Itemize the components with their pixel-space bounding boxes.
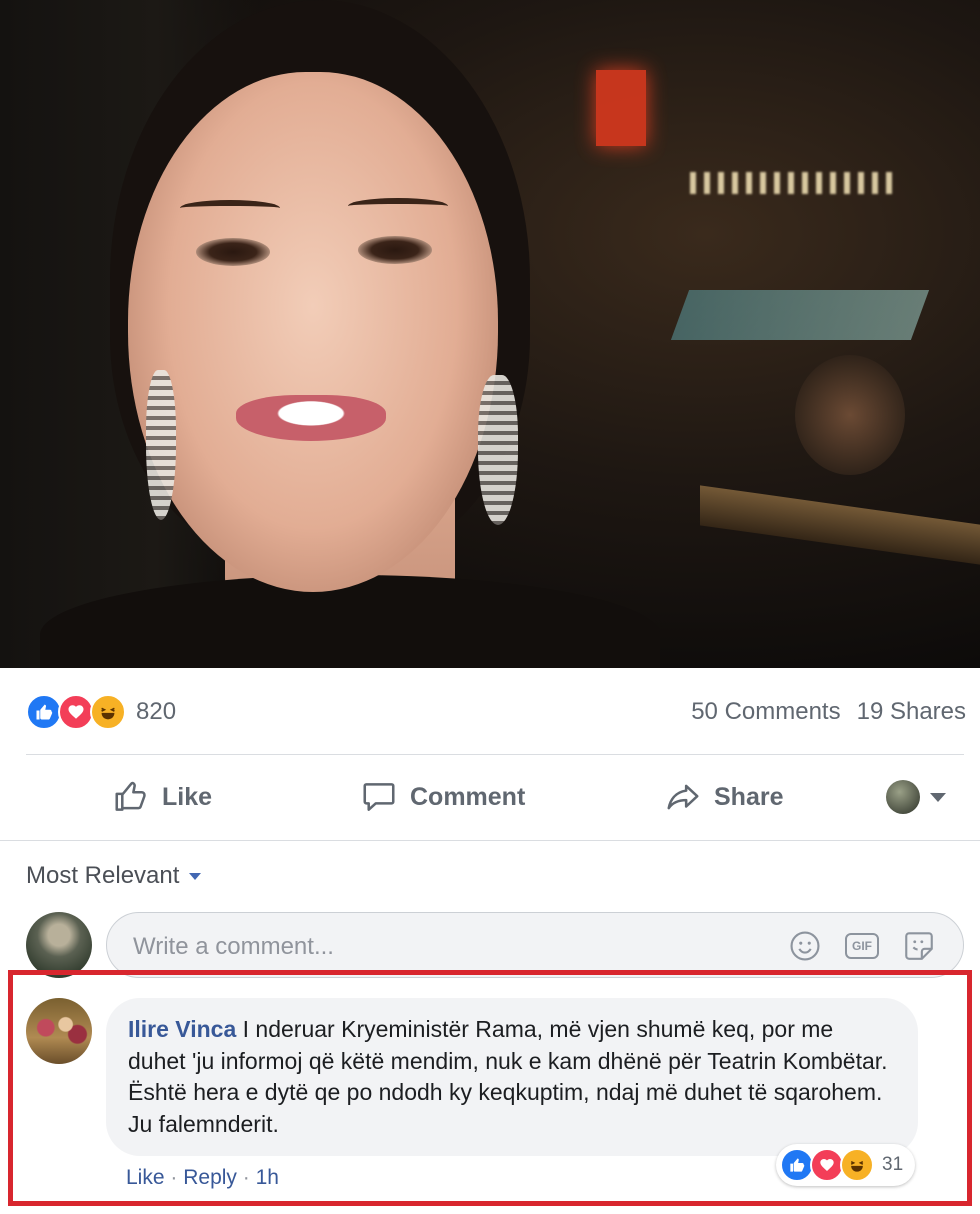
photo-left-earring (146, 370, 176, 520)
separator: · (170, 1166, 178, 1189)
commenter-avatar[interactable] (26, 998, 92, 1064)
photo-road (670, 290, 930, 340)
comment-bubble-icon (363, 783, 395, 811)
comments-count-link[interactable]: 50 Comments (691, 698, 840, 726)
reaction-count[interactable]: 820 (136, 698, 176, 726)
comment-timestamp[interactable]: 1h (256, 1166, 279, 1189)
photo-railing (700, 485, 980, 565)
photo-red-sign (596, 70, 646, 146)
shares-count-link[interactable]: 19 Shares (857, 698, 966, 726)
reaction-summary[interactable]: 820 (26, 694, 176, 730)
post-actions-bar: Like Comment Share (26, 760, 964, 836)
share-button-label: Share (714, 782, 784, 811)
like-button[interactable]: Like (112, 778, 212, 816)
page-avatar (886, 780, 920, 814)
share-button[interactable]: Share (664, 778, 783, 816)
like-button-label: Like (162, 782, 213, 811)
current-user-avatar[interactable] (26, 912, 92, 978)
love-icon (58, 694, 94, 730)
comment-reaction-count: 31 (882, 1154, 904, 1175)
comment-input-placeholder: Write a comment... (133, 933, 334, 960)
chevron-down-icon (930, 792, 946, 802)
comment-like-link[interactable]: Like (126, 1166, 165, 1189)
photo-right-brow (348, 198, 448, 214)
photo-plant (795, 355, 905, 475)
gif-icon[interactable]: GIF (845, 933, 879, 959)
like-icon (26, 694, 62, 730)
comment-body: Ilire Vinca I nderuar Kryeministër Rama,… (128, 1014, 896, 1140)
comment-input[interactable]: Write a comment... GIF (106, 912, 964, 978)
comment-button[interactable]: Comment (360, 778, 525, 816)
chevron-down-icon (189, 872, 202, 880)
comment-bubble: Ilire Vinca I nderuar Kryeministër Rama,… (106, 998, 918, 1156)
comment-author-link[interactable]: Ilire Vinca (128, 1016, 236, 1042)
haha-icon (840, 1148, 874, 1182)
photo-city-lights (690, 172, 900, 194)
love-icon (810, 1148, 844, 1182)
photo-face (128, 72, 498, 592)
photo-left-eye (196, 238, 270, 266)
post-stats: 820 50 Comments 19 Shares (26, 690, 966, 734)
comment-text: I nderuar Kryeministër Rama, më vjen shu… (128, 1016, 888, 1137)
sort-label: Most Relevant (26, 862, 180, 889)
comment-sort-dropdown[interactable]: Most Relevant (26, 862, 202, 890)
comment-reply-link[interactable]: Reply (183, 1166, 237, 1189)
photo-smile (236, 395, 386, 441)
post-photo[interactable] (0, 0, 980, 668)
haha-icon (90, 694, 126, 730)
actions-divider (0, 840, 980, 841)
comment-button-label: Comment (410, 782, 526, 811)
photo-left-brow (180, 200, 280, 216)
photo-right-eye (358, 236, 432, 264)
like-icon (780, 1148, 814, 1182)
share-arrow-icon (667, 784, 699, 810)
separator: · (242, 1166, 250, 1189)
react-as-selector[interactable] (886, 780, 946, 814)
comment-actions: Like · Reply · 1h (126, 1166, 279, 1190)
emoji-icon[interactable] (787, 928, 823, 964)
comment-reactions[interactable]: 31 (776, 1144, 916, 1186)
thumbs-up-icon (115, 781, 146, 811)
sticker-icon[interactable] (901, 928, 937, 964)
photo-right-earring (478, 375, 518, 525)
stats-divider (26, 754, 964, 755)
